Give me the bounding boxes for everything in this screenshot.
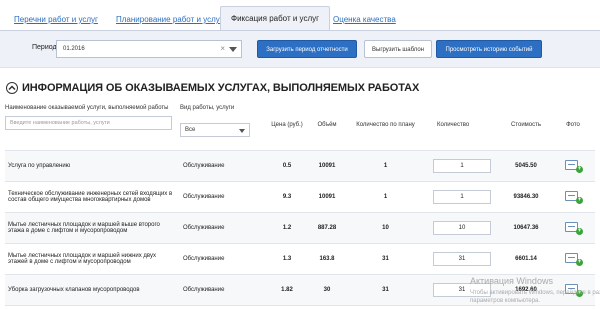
row-photo-cell: + <box>551 150 595 182</box>
column-header-type-label: Вид работы, услуги <box>180 105 235 111</box>
column-header-planned: Количество по плану <box>348 102 423 151</box>
view-history-button[interactable]: Просмотреть историю событий <box>436 40 542 58</box>
row-photo-cell: + <box>551 181 595 213</box>
row-planned: 31 <box>348 243 423 275</box>
period-select[interactable]: 01.2016 × <box>56 40 242 58</box>
chevron-down-icon[interactable] <box>229 47 237 52</box>
table-row: Техническое обслуживание инженерных сете… <box>5 181 595 213</box>
row-cost: 6601.14 <box>501 243 551 275</box>
period-value: 01.2016 <box>63 46 85 52</box>
row-type: Обслуживание <box>180 212 268 244</box>
row-name: Мытье лестничных площадок и маршей выше … <box>5 212 180 244</box>
row-photo-cell: + <box>551 212 595 244</box>
windows-activation-hint-line2: параметров компьютера. <box>470 298 541 304</box>
period-label: Период <box>32 44 57 51</box>
row-name: Уборка загрузочных клапанов мусоропровод… <box>5 274 180 306</box>
row-price: 1.3 <box>268 243 306 275</box>
column-header-price: Цена (руб.) <box>268 102 306 151</box>
tab-quality[interactable]: Оценка качества <box>333 10 396 30</box>
column-header-name: Наименование оказываемой услуги, выполня… <box>5 102 180 151</box>
row-type: Обслуживание <box>180 181 268 213</box>
row-volume: 163.8 <box>306 243 348 275</box>
services-table: Наименование оказываемой услуги, выполня… <box>5 102 595 306</box>
row-planned: 1 <box>348 150 423 182</box>
load-period-button[interactable]: Загрузить период отчетности <box>257 40 357 58</box>
quantity-input[interactable]: 1 <box>433 158 491 173</box>
add-photo-icon[interactable]: + <box>565 221 583 235</box>
row-price: 0.5 <box>268 150 306 182</box>
row-quantity-cell: 1 <box>423 181 501 213</box>
row-cost: 10647.36 <box>501 212 551 244</box>
windows-activation-hint-line1: Чтобы активировать Windows, перейдите в … <box>470 290 600 296</box>
chevron-down-icon[interactable] <box>239 129 245 133</box>
filter-panel: Период 01.2016 × Загрузить период отчетн… <box>0 30 600 68</box>
row-name: Услуга по управлению <box>5 150 180 182</box>
quantity-input[interactable]: 31 <box>433 251 491 266</box>
type-select-value: Все <box>185 127 196 133</box>
tab-bar: Перечни работ и услуг Планирование работ… <box>0 0 600 31</box>
row-volume: 10091 <box>306 150 348 182</box>
clear-icon[interactable]: × <box>220 41 225 57</box>
table-row: Мытье лестничных площадок и маршей выше … <box>5 212 595 244</box>
row-type: Обслуживание <box>180 150 268 182</box>
column-header-photo: Фото <box>551 102 595 151</box>
row-price: 9.3 <box>268 181 306 213</box>
table-header-row: Наименование оказываемой услуги, выполня… <box>5 102 595 151</box>
row-volume: 10091 <box>306 181 348 213</box>
add-photo-icon[interactable]: + <box>565 159 583 173</box>
quantity-input[interactable]: 1 <box>433 189 491 204</box>
windows-activation-hint: Чтобы активировать Windows, перейдите в … <box>470 289 600 305</box>
column-header-type: Вид работы, услуги Все <box>180 102 268 151</box>
name-search-input[interactable]: Введите наименование работы, услуги <box>5 116 172 130</box>
table-row: Услуга по управлению Обслуживание 0.5 10… <box>5 150 595 182</box>
row-volume: 887.28 <box>306 212 348 244</box>
column-header-volume: Объём <box>306 102 348 151</box>
row-quantity-cell: 31 <box>423 243 501 275</box>
section-title: ИНФОРМАЦИЯ ОБ ОКАЗЫВАЕМЫХ УСЛУГАХ, ВЫПОЛ… <box>22 82 420 94</box>
row-planned: 31 <box>348 274 423 306</box>
add-photo-icon[interactable]: + <box>565 252 583 266</box>
add-photo-icon[interactable]: + <box>565 190 583 204</box>
row-cost: 5045.50 <box>501 150 551 182</box>
table-row: Мытье лестничных площадок и маршей нижни… <box>5 243 595 275</box>
row-volume: 30 <box>306 274 348 306</box>
row-name: Техническое обслуживание инженерных сете… <box>5 181 180 213</box>
collapse-icon[interactable] <box>6 82 18 94</box>
tab-planning[interactable]: Планирование работ и услуг <box>116 10 223 30</box>
row-quantity-cell: 10 <box>423 212 501 244</box>
tab-fixation[interactable]: Фиксация работ и услуг <box>220 6 331 31</box>
row-quantity-cell: 1 <box>423 150 501 182</box>
row-price: 1.82 <box>268 274 306 306</box>
column-header-quantity: Количество <box>423 102 501 151</box>
row-type: Обслуживание <box>180 274 268 306</box>
row-planned: 1 <box>348 181 423 213</box>
type-select[interactable]: Все <box>180 123 250 137</box>
row-planned: 10 <box>348 212 423 244</box>
windows-activation-watermark: Активация Windows <box>470 276 553 286</box>
column-header-cost: Стоимость <box>501 102 551 151</box>
row-photo-cell: + <box>551 243 595 275</box>
row-cost: 93846.30 <box>501 181 551 213</box>
download-template-button[interactable]: Выгрузить шаблон <box>364 40 432 58</box>
row-price: 1.2 <box>268 212 306 244</box>
row-type: Обслуживание <box>180 243 268 275</box>
quantity-input[interactable]: 10 <box>433 220 491 235</box>
row-name: Мытье лестничных площадок и маршей нижни… <box>5 243 180 275</box>
column-header-name-label: Наименование оказываемой услуги, выполня… <box>5 105 169 111</box>
tab-services-lists[interactable]: Перечни работ и услуг <box>14 10 98 30</box>
